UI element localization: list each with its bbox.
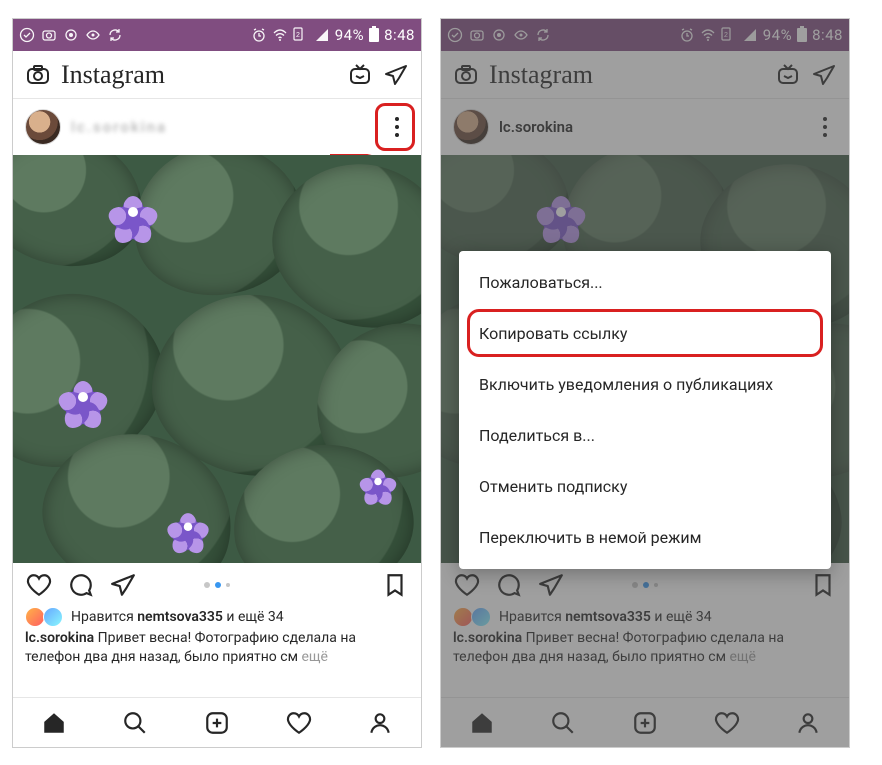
status-icon-record	[63, 27, 79, 43]
likes-row[interactable]: Нравится nemtsova335 и ещё 34	[441, 607, 849, 627]
post-action-bar	[13, 563, 421, 607]
status-time: 8:48	[812, 26, 843, 44]
bookmark-icon[interactable]	[381, 571, 409, 599]
menu-item-mute[interactable]: Переключить в немой режим	[459, 512, 831, 563]
direct-message-icon[interactable]	[811, 62, 837, 88]
status-icon-record	[491, 27, 507, 43]
status-icon-sync	[535, 27, 551, 43]
caption-username: lc.sorokina	[453, 630, 522, 646]
status-icon-eye	[513, 27, 529, 43]
nav-add-icon[interactable]	[631, 709, 659, 737]
status-icon-sim: 2	[721, 27, 737, 43]
caption-more[interactable]: ещё	[729, 649, 756, 665]
camera-icon[interactable]	[453, 62, 479, 88]
nav-activity-icon[interactable]	[713, 709, 741, 737]
instagram-header: Instagram	[13, 51, 421, 99]
post-caption[interactable]: lc.sorokina Привет весна! Фотографию сде…	[13, 627, 421, 667]
nav-profile-icon[interactable]	[794, 709, 822, 737]
nav-search-icon[interactable]	[549, 709, 577, 737]
direct-message-icon[interactable]	[383, 62, 409, 88]
status-icon-camera	[41, 27, 57, 43]
android-status-bar: 2 94% 8:48	[441, 19, 849, 51]
caption-username: lc.sorokina	[25, 630, 94, 646]
liker-avatar	[25, 607, 45, 627]
share-icon[interactable]	[537, 571, 565, 599]
nav-home-icon[interactable]	[468, 709, 496, 737]
bottom-nav	[441, 697, 849, 747]
menu-item-share-to[interactable]: Поделиться в...	[459, 410, 831, 461]
menu-item-unfollow[interactable]: Отменить подписку	[459, 461, 831, 512]
svg-text:2: 2	[296, 32, 300, 39]
instagram-logo: Instagram	[61, 60, 165, 90]
menu-item-copy-link[interactable]: Копировать ссылку	[459, 308, 831, 359]
instagram-header: Instagram	[441, 51, 849, 99]
like-icon[interactable]	[453, 571, 481, 599]
status-time: 8:48	[384, 26, 415, 44]
liker-avatar	[43, 607, 63, 627]
carousel-pager	[632, 582, 658, 588]
instagram-logo: Instagram	[489, 60, 593, 90]
status-icon-check	[19, 27, 35, 43]
nav-activity-icon[interactable]	[285, 709, 313, 737]
post-action-bar	[441, 563, 849, 607]
svg-text:2: 2	[724, 32, 728, 39]
like-icon[interactable]	[25, 571, 53, 599]
status-icon-sync	[107, 27, 123, 43]
post-header: lc.sorokina	[441, 99, 849, 155]
status-icon-camera	[469, 27, 485, 43]
post-username[interactable]: lc.sorokina	[499, 118, 573, 136]
status-battery-pct: 94%	[335, 26, 364, 44]
nav-home-icon[interactable]	[40, 709, 68, 737]
status-icon-alarm	[251, 27, 267, 43]
post-image[interactable]	[13, 155, 421, 563]
avatar[interactable]	[25, 109, 61, 145]
avatar[interactable]	[453, 109, 489, 145]
status-battery-icon	[369, 28, 379, 42]
caption-more[interactable]: ещё	[301, 649, 328, 665]
status-icon-signal	[742, 27, 758, 43]
status-icon-check	[447, 27, 463, 43]
post-username-blurred[interactable]: lc.sorokina	[71, 118, 167, 136]
status-battery-pct: 94%	[763, 26, 792, 44]
status-icon-wifi	[272, 27, 288, 43]
status-icon-signal	[314, 27, 330, 43]
nav-search-icon[interactable]	[121, 709, 149, 737]
post-header: lc.sorokina	[13, 99, 421, 155]
android-status-bar: 2 94% 8:48	[13, 19, 421, 51]
igtv-icon[interactable]	[775, 62, 801, 88]
camera-icon[interactable]	[25, 62, 51, 88]
carousel-pager	[204, 582, 230, 588]
post-more-options-button[interactable]	[385, 110, 409, 144]
menu-item-report[interactable]: Пожаловаться...	[459, 257, 831, 308]
comment-icon[interactable]	[67, 571, 95, 599]
bottom-nav	[13, 697, 421, 747]
igtv-icon[interactable]	[347, 62, 373, 88]
status-battery-icon	[797, 28, 807, 42]
share-icon[interactable]	[109, 571, 137, 599]
phone-screenshot-right: 2 94% 8:48 Instagram lc.sorokina	[440, 18, 850, 748]
liker-avatar	[453, 607, 473, 627]
post-more-options-button[interactable]	[813, 110, 837, 144]
status-icon-wifi	[700, 27, 716, 43]
status-icon-alarm	[679, 27, 695, 43]
status-icon-eye	[85, 27, 101, 43]
post-caption[interactable]: lc.sorokina Привет весна! Фотографию сде…	[441, 627, 849, 667]
phone-screenshot-left: 2 94% 8:48 Instagram lc.sorokina	[12, 18, 422, 748]
menu-item-turn-on-notifications[interactable]: Включить уведомления о публикациях	[459, 359, 831, 410]
liker-avatar	[471, 607, 491, 627]
post-options-menu: Пожаловаться... Копировать ссылку Включи…	[459, 251, 831, 569]
status-icon-sim: 2	[293, 27, 309, 43]
bookmark-icon[interactable]	[809, 571, 837, 599]
likes-row[interactable]: Нравится nemtsova335 и ещё 34	[13, 607, 421, 627]
nav-add-icon[interactable]	[203, 709, 231, 737]
nav-profile-icon[interactable]	[366, 709, 394, 737]
comment-icon[interactable]	[495, 571, 523, 599]
